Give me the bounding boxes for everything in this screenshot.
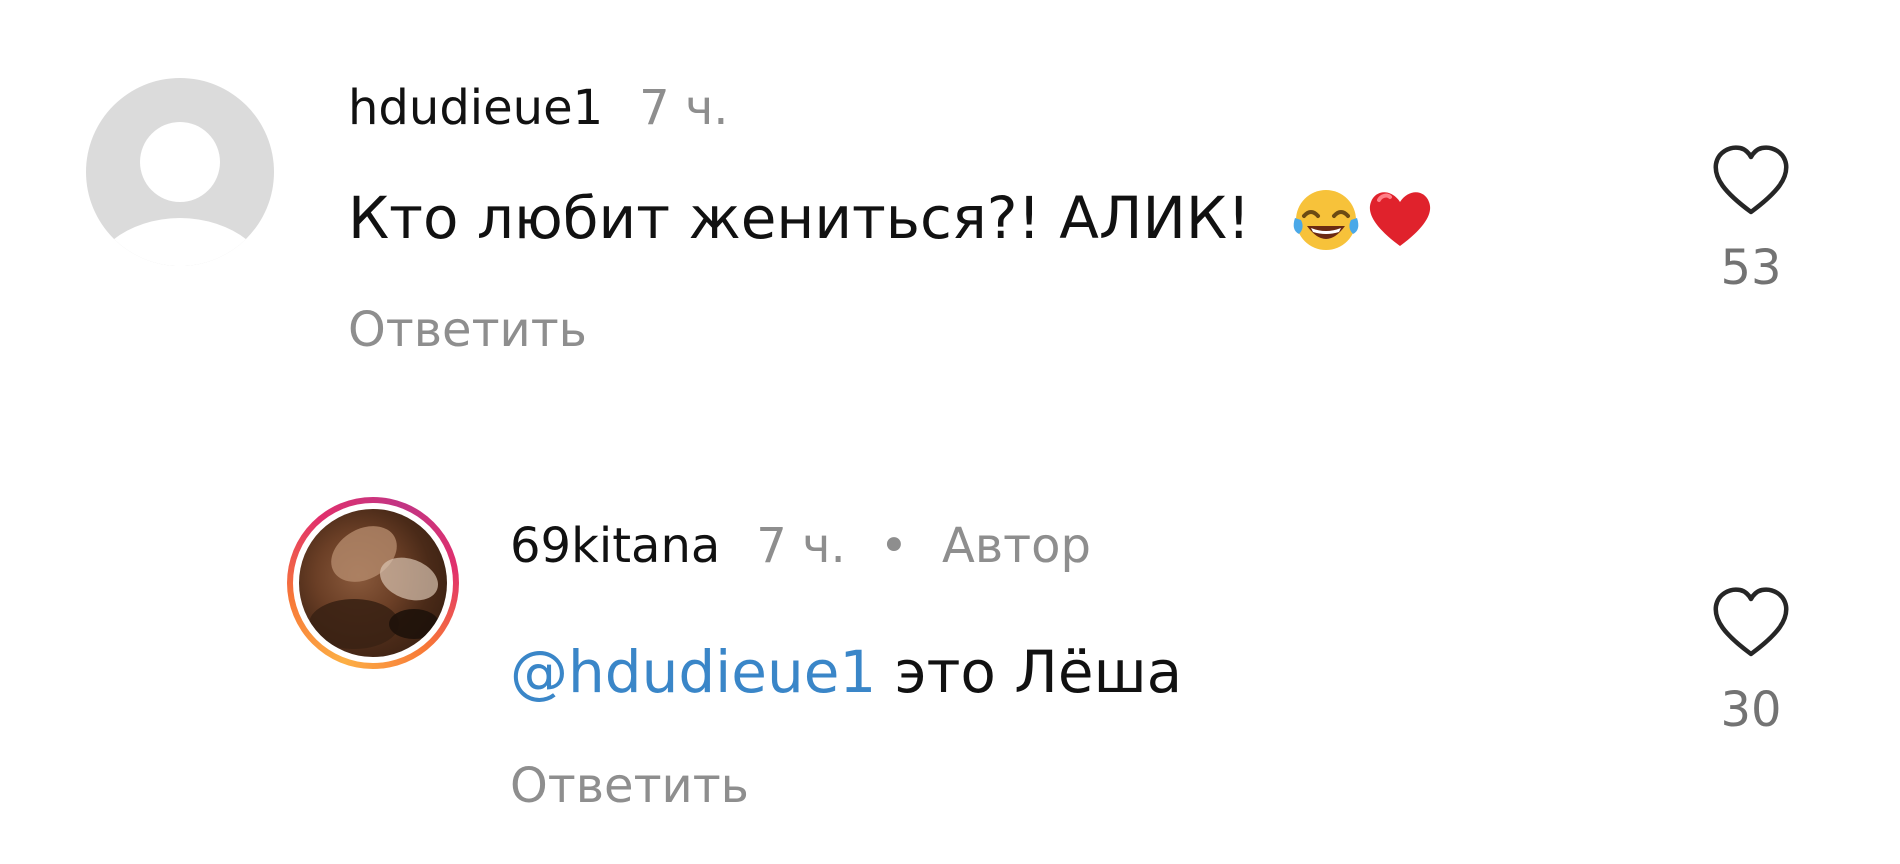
like-control: 30: [1706, 584, 1796, 740]
comment-header: 69kitana 7 ч. • Автор: [510, 516, 1091, 576]
like-count: 30: [1720, 682, 1782, 738]
username-link[interactable]: hdudieue1: [348, 80, 603, 136]
author-badge: Автор: [942, 518, 1091, 574]
mention-link[interactable]: @hdudieue1: [510, 638, 876, 706]
comment-text: Кто любит жениться?! АЛИК!: [348, 182, 1437, 254]
joy-tears-emoji: [1289, 180, 1363, 254]
comment-text: @hdudieue1 это Лёша: [510, 636, 1182, 708]
avatar[interactable]: [86, 78, 274, 266]
red-heart-emoji: [1363, 180, 1437, 254]
like-count: 53: [1720, 240, 1782, 296]
reply-button[interactable]: Ответить: [510, 756, 749, 816]
heart-icon[interactable]: [1710, 142, 1792, 218]
default-avatar-head: [140, 122, 220, 202]
photo-detail: [309, 599, 399, 649]
comment-body: это Лёша: [876, 638, 1183, 706]
heart-icon[interactable]: [1710, 584, 1792, 660]
username-link[interactable]: 69kitana: [510, 518, 720, 574]
comment-header: hdudieue1 7 ч.: [348, 78, 729, 138]
reply-button[interactable]: Ответить: [348, 300, 587, 360]
avatar-photo: [299, 509, 447, 657]
like-control: 53: [1706, 142, 1796, 298]
separator-dot: •: [879, 518, 909, 574]
avatar[interactable]: [287, 497, 459, 669]
default-avatar-body: [86, 218, 274, 266]
photo-detail: [389, 609, 439, 639]
timestamp: 7 ч.: [639, 80, 729, 136]
comment-body: Кто любит жениться?! АЛИК!: [348, 184, 1251, 252]
timestamp: 7 ч.: [756, 518, 846, 574]
